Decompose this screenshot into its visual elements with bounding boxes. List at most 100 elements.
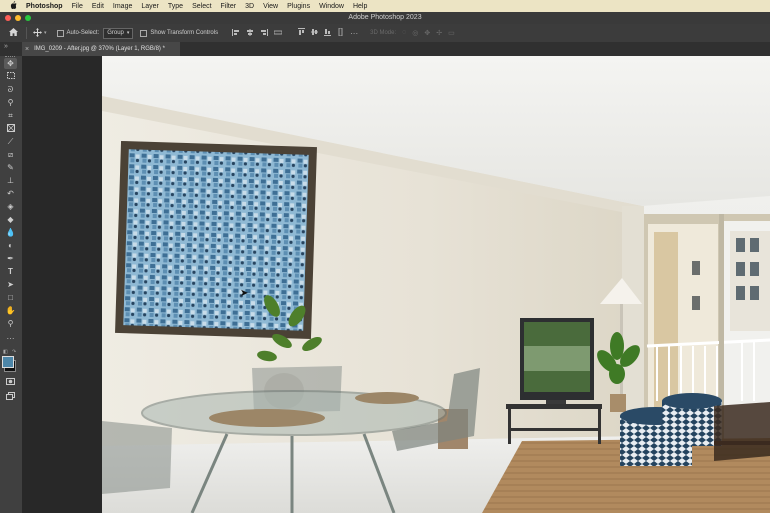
- swap-colors-icon[interactable]: ↷: [12, 349, 16, 355]
- align-bottom-icon[interactable]: [324, 28, 332, 38]
- rectangle-icon: □: [8, 293, 13, 302]
- default-colors-icon[interactable]: ◧: [3, 349, 8, 355]
- document-tab-label: IMG_0209 - After.jpg @ 370% (Layer 1, RG…: [34, 46, 165, 52]
- gradient-tool-button[interactable]: ◆: [4, 214, 17, 225]
- pen-tool-button[interactable]: ✒: [4, 253, 17, 264]
- chevron-down-icon: ▾: [126, 30, 130, 36]
- menu-edit[interactable]: Edit: [92, 3, 104, 10]
- transform-controls-checkbox[interactable]: [140, 29, 148, 37]
- apple-menu-icon[interactable]: [8, 1, 18, 11]
- crop-tool-button[interactable]: ⌗: [4, 110, 17, 121]
- menu-view[interactable]: View: [263, 3, 278, 10]
- home-icon[interactable]: [9, 28, 18, 38]
- type-tool-button[interactable]: T: [4, 266, 17, 277]
- menu-plugins[interactable]: Plugins: [287, 3, 310, 10]
- distribute-vertical-icon[interactable]: [337, 27, 344, 38]
- bandage-icon: ⧄: [7, 150, 14, 159]
- menu-layer[interactable]: Layer: [141, 3, 159, 10]
- eyedropper-tool-button[interactable]: ⟋: [4, 136, 17, 147]
- hand-tool-button[interactable]: ✋: [4, 305, 17, 316]
- frame-tool-button[interactable]: [4, 123, 17, 134]
- 3d-roll-icon[interactable]: ◎: [412, 29, 418, 37]
- document-canvas[interactable]: [102, 56, 770, 513]
- lasso-tool-button[interactable]: ᘐ: [4, 84, 17, 95]
- stamp-icon: ⊥: [7, 176, 14, 185]
- dodge-tool-button[interactable]: ◐: [4, 240, 17, 251]
- lasso-icon: ᘐ: [7, 85, 14, 94]
- menu-image[interactable]: Image: [113, 3, 132, 10]
- screen-mode-icon: [6, 392, 15, 400]
- quick-mask-icon: [6, 378, 15, 385]
- move-tool-icon[interactable]: [33, 27, 42, 39]
- window-title: Adobe Photoshop 2023: [348, 14, 422, 21]
- eraser-icon: ◈: [7, 202, 14, 211]
- auto-select-label: Auto-Select:: [66, 30, 100, 36]
- eraser-tool-button[interactable]: ◈: [4, 201, 17, 212]
- history-brush-tool-button[interactable]: ↶: [4, 188, 17, 199]
- transform-controls-label: Show Transform Controls: [150, 30, 219, 36]
- document-tab[interactable]: × IMG_0209 - After.jpg @ 370% (Layer 1, …: [22, 42, 180, 56]
- collapse-panels-icon[interactable]: »: [4, 43, 8, 50]
- edit-toolbar-button[interactable]: ···: [4, 333, 17, 344]
- path-select-icon: ➤: [7, 280, 14, 289]
- brush-icon: ✎: [7, 163, 14, 172]
- auto-select-target-dropdown[interactable]: Group ▾: [103, 27, 134, 39]
- menu-app-name[interactable]: Photoshop: [26, 3, 63, 10]
- move-cursor-icon: ➤: [240, 288, 249, 299]
- more-tools-icon: ···: [6, 334, 15, 343]
- marquee-icon: [6, 72, 15, 79]
- foreground-color-swatch[interactable]: [2, 356, 14, 368]
- align-top-icon[interactable]: [298, 28, 306, 38]
- zoom-icon: ⚲: [7, 319, 14, 328]
- macos-menubar: Photoshop File Edit Image Layer Type Sel…: [0, 0, 770, 12]
- align-left-icon[interactable]: [232, 28, 240, 38]
- zoom-tool-button[interactable]: ⚲: [4, 318, 17, 329]
- history-brush-icon: ↶: [7, 189, 14, 198]
- marquee-tool-button[interactable]: [4, 71, 17, 82]
- menu-select[interactable]: Select: [192, 3, 211, 10]
- living-room-photo: [102, 56, 770, 513]
- auto-select-target-value: Group: [107, 30, 124, 36]
- quick-mask-button[interactable]: [4, 377, 17, 388]
- frame-icon: [6, 124, 15, 132]
- screen-mode-button[interactable]: [4, 391, 17, 402]
- blur-icon: 💧: [5, 228, 16, 237]
- move-tool-icon: ✥: [7, 59, 14, 68]
- close-tab-icon[interactable]: ×: [25, 46, 29, 53]
- options-bar: ▾ Auto-Select: Group ▾ Show Transform Co…: [0, 24, 770, 42]
- align-center-icon[interactable]: [246, 28, 254, 38]
- more-options-icon[interactable]: ···: [350, 29, 358, 38]
- menu-file[interactable]: File: [72, 3, 83, 10]
- dodge-icon: ◐: [8, 241, 13, 250]
- blur-tool-button[interactable]: 💧: [4, 227, 17, 238]
- healing-brush-tool-button[interactable]: ⧄: [4, 149, 17, 160]
- eyedropper-icon: ⟋: [7, 137, 14, 146]
- path-selection-tool-button[interactable]: ➤: [4, 279, 17, 290]
- auto-select-checkbox[interactable]: [56, 29, 64, 37]
- paint-bucket-icon: ◆: [7, 215, 14, 224]
- distribute-icon[interactable]: [273, 29, 283, 38]
- 3d-slide-icon[interactable]: ✢: [436, 29, 442, 37]
- menu-help[interactable]: Help: [353, 3, 367, 10]
- crop-icon: ⌗: [8, 111, 13, 120]
- brush-tool-button[interactable]: ✎: [4, 162, 17, 173]
- align-right-icon[interactable]: [260, 28, 269, 38]
- menu-3d[interactable]: 3D: [245, 3, 254, 10]
- 3d-mode-label: 3D Mode:: [370, 30, 397, 36]
- tool-preset-chevron-icon[interactable]: ▾: [44, 30, 47, 36]
- type-icon: T: [8, 267, 13, 276]
- object-select-tool-button[interactable]: ⚲: [4, 97, 17, 108]
- pen-icon: ✒: [7, 254, 14, 263]
- menu-filter[interactable]: Filter: [221, 3, 237, 10]
- rectangle-tool-button[interactable]: □: [4, 292, 17, 303]
- 3d-camera-icon[interactable]: ▭: [448, 29, 455, 37]
- menu-window[interactable]: Window: [319, 3, 344, 10]
- 3d-orbit-icon[interactable]: ◌: [402, 29, 406, 37]
- menu-type[interactable]: Type: [168, 3, 183, 10]
- 3d-pan-icon[interactable]: ✥: [424, 29, 430, 37]
- align-middle-icon[interactable]: [311, 28, 319, 38]
- move-tool-button[interactable]: ✥: [4, 58, 17, 69]
- divider: [26, 27, 27, 39]
- 3d-mode-controls: ◌ ◎ ✥ ✢ ▭: [402, 29, 455, 37]
- clone-stamp-tool-button[interactable]: ⊥: [4, 175, 17, 186]
